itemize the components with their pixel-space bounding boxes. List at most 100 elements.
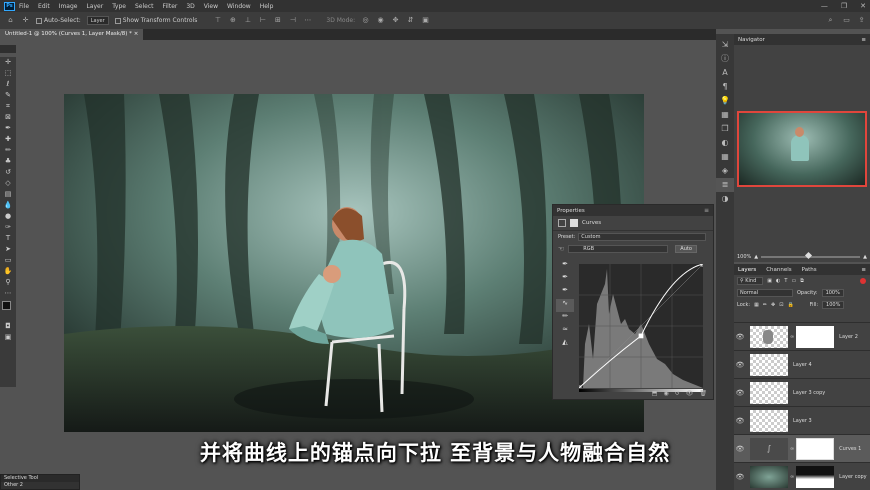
move-tool[interactable]: ✛ <box>0 57 16 68</box>
auto-select-checkbox[interactable] <box>36 17 42 24</box>
gradient-tool[interactable]: ▤ <box>0 189 16 200</box>
type-tool[interactable]: T <box>0 233 16 244</box>
layer-name[interactable]: Layer 3 <box>793 418 812 424</box>
layer-row[interactable]: 👁 ∞ Layer 2 <box>734 322 870 350</box>
color-icon[interactable]: ◈ <box>716 164 734 178</box>
menu-3d[interactable]: 3D <box>186 3 194 10</box>
filter-shape-icon[interactable]: ▭ <box>791 278 796 284</box>
filter-toggle[interactable] <box>860 278 866 284</box>
clipping-warning-icon[interactable]: ◭ <box>556 338 574 351</box>
marquee-tool[interactable]: ⬚ <box>0 68 16 79</box>
visibility-eye-icon[interactable]: 👁 <box>734 333 746 341</box>
layer-name[interactable]: Layer 2 <box>839 334 858 340</box>
3d-roll-icon[interactable]: ◉ <box>376 16 385 25</box>
dodge-tool[interactable]: ● <box>0 211 16 222</box>
clip-to-layer-icon[interactable]: ⬒ <box>652 390 658 397</box>
preset-dropdown[interactable]: Custom <box>578 233 707 241</box>
navigator-thumbnail[interactable] <box>737 111 867 187</box>
curves-graph[interactable] <box>579 264 703 388</box>
layer-name[interactable]: Layer copy <box>839 474 866 480</box>
search-icon[interactable]: ⌕ <box>826 16 835 25</box>
menu-help[interactable]: Help <box>260 3 274 10</box>
filter-type-icon[interactable]: T <box>784 278 787 284</box>
layer-mask-thumbnail[interactable] <box>796 465 835 488</box>
layer-mask-thumbnail[interactable] <box>796 437 835 460</box>
3d-slide-icon[interactable]: ⇵ <box>406 16 415 25</box>
filter-adjust-icon[interactable]: ◐ <box>776 278 780 284</box>
reset-icon[interactable]: ↺ <box>675 390 680 397</box>
lock-move-icon[interactable]: ✥ <box>771 302 775 308</box>
align-top-icon[interactable]: ⊤ <box>213 16 222 25</box>
hand-tool[interactable]: ✋ <box>0 266 16 277</box>
info-icon[interactable]: ⓘ <box>716 52 734 66</box>
layer-row[interactable]: 👁 Layer 3 copy <box>734 378 870 406</box>
minimize-button[interactable]: — <box>821 2 828 10</box>
fill-field[interactable]: 100% <box>822 301 845 309</box>
eyedropper-tool[interactable]: ✒ <box>0 123 16 134</box>
close-tab-icon[interactable]: × <box>134 31 139 37</box>
layer-name[interactable]: Layer 4 <box>793 362 812 368</box>
panel-menu-icon[interactable]: ≡ <box>704 207 709 214</box>
layer-mask-thumbnail[interactable] <box>796 325 835 348</box>
auto-button[interactable]: Auto <box>675 245 697 253</box>
color-swatches[interactable] <box>0 299 16 321</box>
menu-image[interactable]: Image <box>59 3 78 10</box>
visibility-eye-icon[interactable]: 👁 <box>734 389 746 397</box>
learn-icon[interactable]: 💡 <box>716 94 734 108</box>
blur-tool[interactable]: 💧 <box>0 200 16 211</box>
mask-link-icon[interactable]: ∞ <box>790 334 794 340</box>
menu-view[interactable]: View <box>204 3 218 10</box>
move-tool-icon[interactable]: ✛ <box>21 16 30 25</box>
navigator-menu-icon[interactable]: ≡ <box>861 37 866 43</box>
mask-link-icon[interactable]: ∞ <box>790 446 794 452</box>
curve-anchor-point[interactable] <box>638 333 644 339</box>
align-center-icon[interactable]: ⊞ <box>273 16 282 25</box>
auto-select-dropdown[interactable]: Layer <box>86 16 109 25</box>
filter-smart-icon[interactable]: ⧉ <box>800 278 804 284</box>
quick-select-tool[interactable]: ✎ <box>0 90 16 101</box>
align-left-icon[interactable]: ⊢ <box>258 16 267 25</box>
edit-points-icon[interactable]: ∿ <box>556 299 574 312</box>
menu-type[interactable]: Type <box>112 3 126 10</box>
document-tab[interactable]: Untitled-1 @ 100% (Curves 1, Layer Mask/… <box>0 29 144 40</box>
menu-file[interactable]: File <box>19 3 29 10</box>
zoom-value[interactable]: 100% <box>737 254 751 260</box>
home-icon[interactable]: ⌂ <box>6 16 15 25</box>
more-tools-icon[interactable]: ⋯ <box>0 288 16 299</box>
menu-layer[interactable]: Layer <box>86 3 103 10</box>
visibility-eye-icon[interactable]: 👁 <box>734 473 746 481</box>
trash-icon[interactable]: 🗑 <box>699 390 707 397</box>
rectangle-tool[interactable]: ▭ <box>0 255 16 266</box>
kind-dropdown[interactable]: ⚲ Kind <box>737 277 764 285</box>
zoom-slider[interactable] <box>761 251 861 260</box>
navigator-tab[interactable]: Navigator <box>738 37 765 43</box>
sample-black-eyedropper-icon[interactable]: ✒ <box>556 260 574 273</box>
libraries-icon[interactable]: ▦ <box>716 108 734 122</box>
tab-channels[interactable]: Channels <box>766 267 791 273</box>
properties-icon[interactable]: ≣ <box>716 178 734 192</box>
smooth-curve-icon[interactable]: ≈ <box>556 325 574 338</box>
lock-transparent-icon[interactable]: ▦ <box>754 302 759 308</box>
visibility-icon[interactable]: 👁 <box>686 390 694 397</box>
align-right-icon[interactable]: ⊣ <box>288 16 297 25</box>
tab-layers[interactable]: Layers <box>738 267 756 273</box>
history-icon[interactable]: ⇲ <box>716 38 734 52</box>
zoom-tool[interactable]: ⚲ <box>0 277 16 288</box>
clone-stamp-tool[interactable]: ♣ <box>0 156 16 167</box>
layer-row[interactable]: 👁 Layer 3 <box>734 406 870 434</box>
sample-gray-eyedropper-icon[interactable]: ✒ <box>556 273 574 286</box>
brush-settings-icon[interactable]: ❒ <box>716 122 734 136</box>
styles-icon[interactable]: ◑ <box>716 192 734 206</box>
more-options-icon[interactable]: ⋯ <box>303 16 312 25</box>
3d-drag-icon[interactable]: ✥ <box>391 16 400 25</box>
lock-artboard-icon[interactable]: ⊡ <box>779 302 783 308</box>
restore-button[interactable]: ❐ <box>841 2 847 10</box>
pen-tool[interactable]: ✑ <box>0 222 16 233</box>
healing-brush-tool[interactable]: ✚ <box>0 134 16 145</box>
lock-all-icon[interactable]: 🔒 <box>787 302 793 308</box>
lasso-tool[interactable]: ℓ <box>0 79 16 90</box>
visibility-eye-icon[interactable]: 👁 <box>734 361 746 369</box>
sample-white-eyedropper-icon[interactable]: ✒ <box>556 286 574 299</box>
show-transform-checkbox[interactable] <box>114 17 121 24</box>
lock-brush-icon[interactable]: ✏ <box>763 302 767 308</box>
